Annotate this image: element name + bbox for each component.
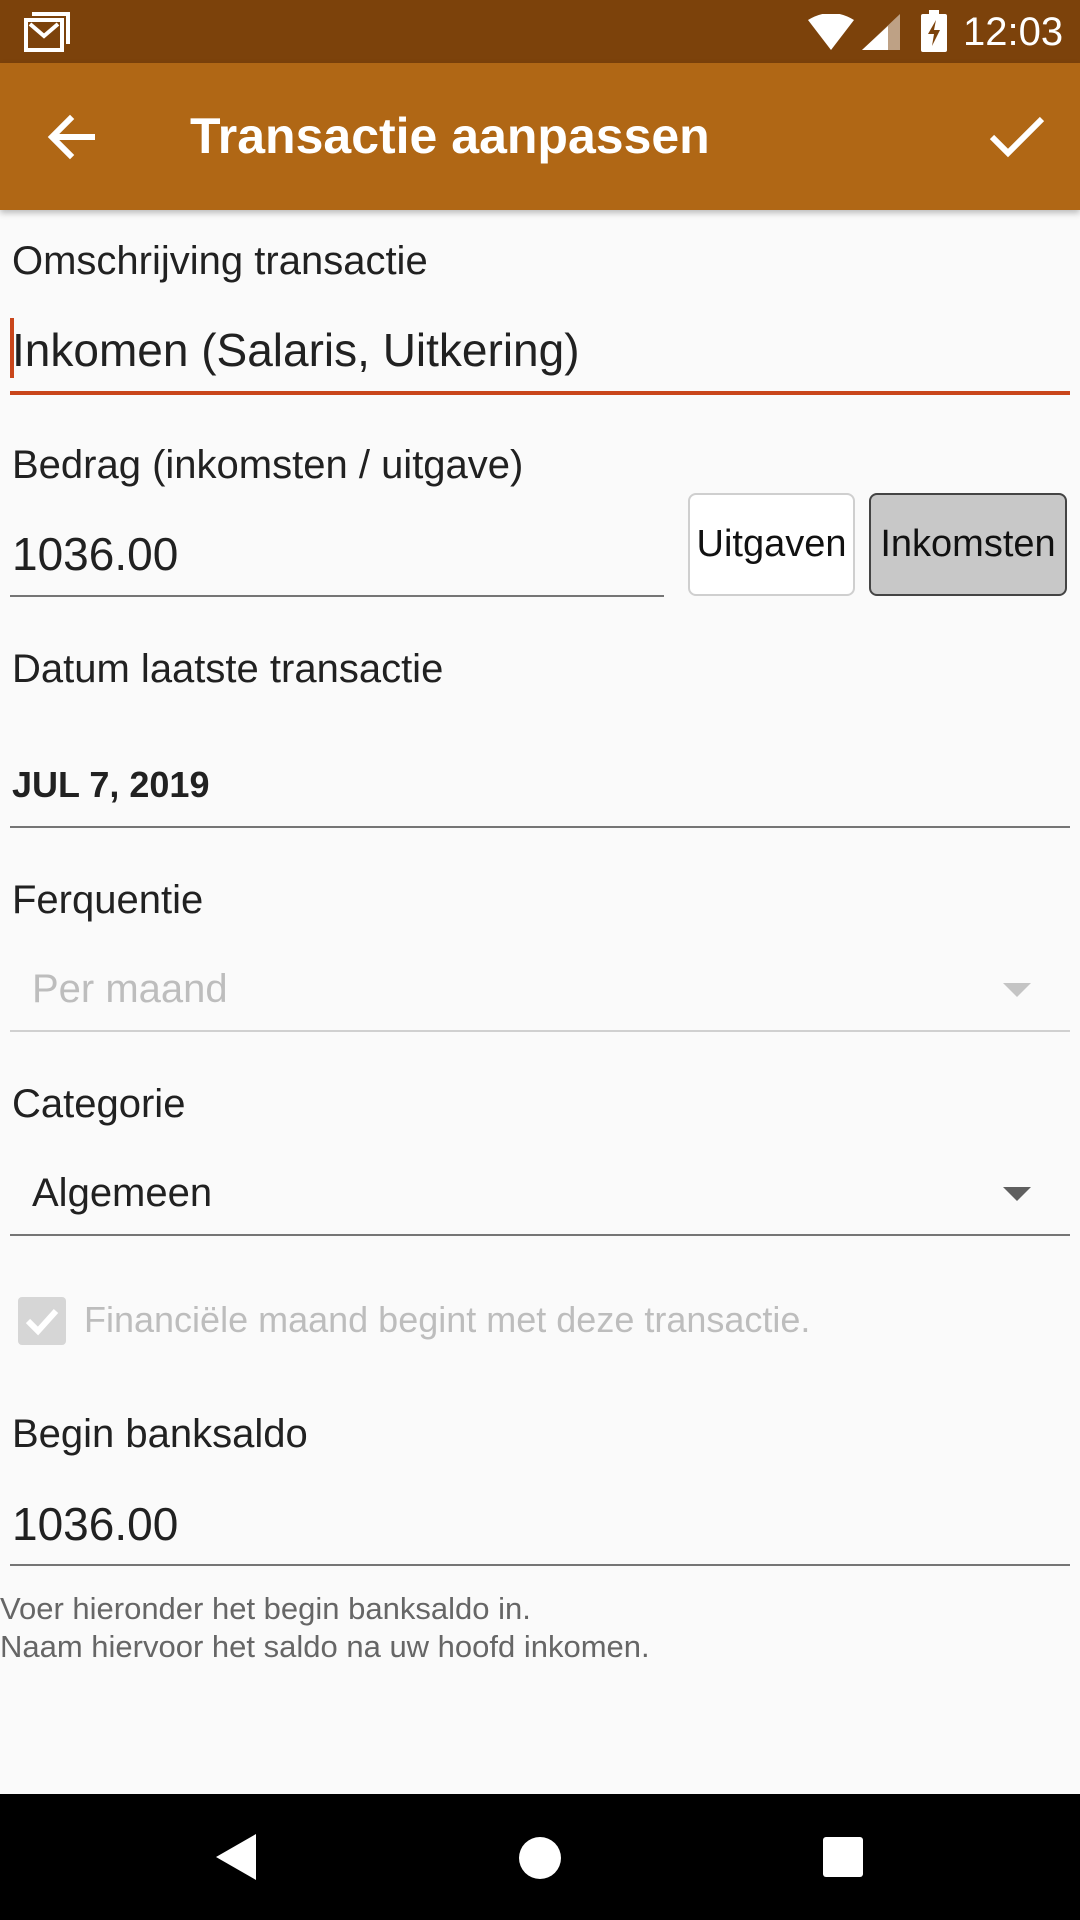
frequency-select[interactable]: Per maand [32, 961, 228, 1017]
arrow-back-icon[interactable] [44, 111, 104, 163]
date-underline [10, 826, 1070, 828]
amount-input[interactable]: 1036.00 [12, 526, 178, 582]
start-balance-input[interactable]: 1036.00 [12, 1496, 178, 1552]
recents-square-icon[interactable] [823, 1837, 863, 1877]
frequency-label: Ferquentie [12, 878, 204, 922]
checkmark-icon [25, 1308, 59, 1336]
category-dropdown-icon[interactable] [1003, 1187, 1031, 1201]
navigation-bar [0, 1794, 1080, 1920]
description-input[interactable]: Inkomen (Salaris, Uitkering) [12, 322, 580, 378]
financial-month-checkbox[interactable] [18, 1297, 66, 1345]
start-balance-underline [10, 1564, 1070, 1566]
amount-label: Bedrag (inkomsten / uitgave) [12, 443, 524, 487]
category-select[interactable]: Algemeen [32, 1165, 212, 1221]
expense-toggle-button[interactable]: Uitgaven [688, 493, 855, 596]
check-icon[interactable] [986, 109, 1048, 163]
category-label: Categorie [12, 1082, 186, 1126]
description-underline [10, 391, 1070, 395]
battery-charging-icon [921, 10, 947, 52]
frequency-dropdown-icon[interactable] [1003, 983, 1031, 997]
home-circle-icon[interactable] [518, 1836, 562, 1880]
start-balance-hint: Naam hiervoor het saldo na uw hoofd inko… [0, 1629, 650, 1664]
category-underline [10, 1234, 1070, 1236]
date-picker-field[interactable]: JUL 7, 2019 [12, 762, 209, 808]
signal-icon [862, 14, 900, 50]
frequency-underline [10, 1030, 1070, 1032]
date-label: Datum laatste transactie [12, 647, 444, 691]
wifi-icon [808, 14, 854, 50]
page-title: Transactie aanpassen [190, 108, 710, 164]
status-time: 12:03 [963, 10, 1064, 54]
amount-underline [10, 595, 664, 597]
back-triangle-icon[interactable] [216, 1834, 256, 1880]
income-toggle-button[interactable]: Inkomsten [869, 493, 1067, 596]
description-label: Omschrijving transactie [12, 239, 428, 283]
start-balance-hint: Voer hieronder het begin banksaldo in. [0, 1591, 531, 1626]
financial-month-label: Financiële maand begint met deze transac… [84, 1299, 811, 1340]
status-bar: 12:03 [0, 0, 1080, 63]
gmail-icon [24, 12, 70, 52]
app-toolbar: Transactie aanpassen [0, 63, 1080, 210]
start-balance-label: Begin banksaldo [12, 1412, 308, 1456]
